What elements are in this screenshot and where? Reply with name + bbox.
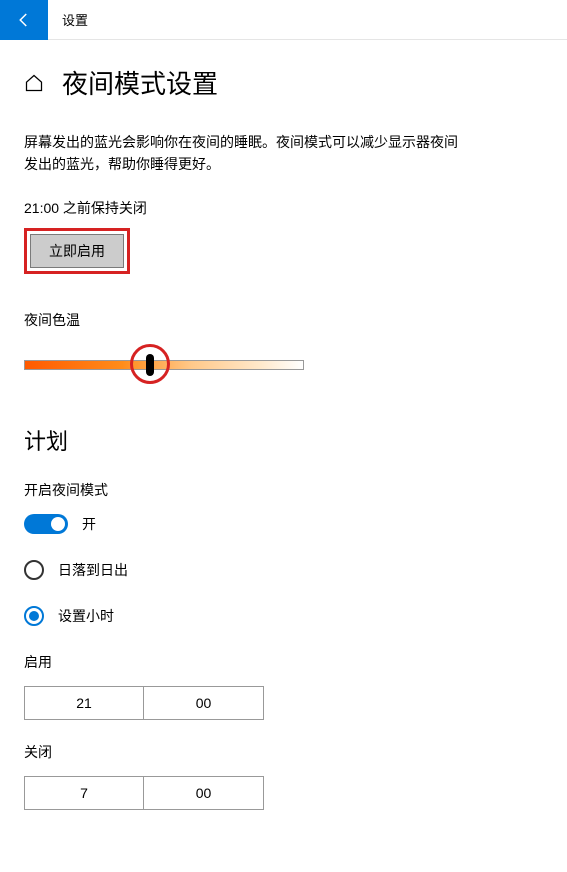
highlight-annotation: 立即启用: [24, 228, 130, 274]
radio-sunset-label: 日落到日出: [58, 560, 128, 580]
schedule-toggle[interactable]: [24, 514, 68, 534]
toggle-knob: [51, 517, 65, 531]
arrow-left-icon: [15, 11, 33, 29]
back-button[interactable]: [0, 0, 48, 40]
color-temp-slider[interactable]: [24, 344, 304, 384]
status-text: 21:00 之前保持关闭: [24, 198, 543, 218]
turn-on-time-picker[interactable]: 21 00: [24, 686, 543, 720]
schedule-heading: 计划: [24, 424, 543, 456]
toggle-state-label: 开: [82, 514, 96, 534]
radio-set-hours-label: 设置小时: [58, 606, 114, 626]
description-text: 屏幕发出的蓝光会影响你在夜间的睡眠。夜间模式可以减少显示器夜间发出的蓝光，帮助你…: [24, 131, 464, 176]
turn-off-label: 关闭: [24, 742, 543, 762]
turn-on-hour[interactable]: 21: [24, 686, 144, 720]
slider-track: [24, 360, 304, 370]
radio-set-hours[interactable]: 设置小时: [24, 606, 543, 626]
radio-icon: [24, 560, 44, 580]
slider-thumb[interactable]: [146, 354, 154, 376]
home-icon: [24, 73, 44, 93]
radio-sunset[interactable]: 日落到日出: [24, 560, 543, 580]
turn-off-minute[interactable]: 00: [144, 776, 264, 810]
turn-off-hour[interactable]: 7: [24, 776, 144, 810]
schedule-enable-label: 开启夜间模式: [24, 480, 543, 500]
radio-icon: [24, 606, 44, 626]
turn-off-time-picker[interactable]: 7 00: [24, 776, 543, 810]
enable-now-button[interactable]: 立即启用: [30, 234, 124, 268]
turn-on-minute[interactable]: 00: [144, 686, 264, 720]
window-title: 设置: [62, 10, 88, 29]
page-title: 夜间模式设置: [62, 64, 218, 101]
turn-on-label: 启用: [24, 652, 543, 672]
color-temp-label: 夜间色温: [24, 310, 543, 330]
